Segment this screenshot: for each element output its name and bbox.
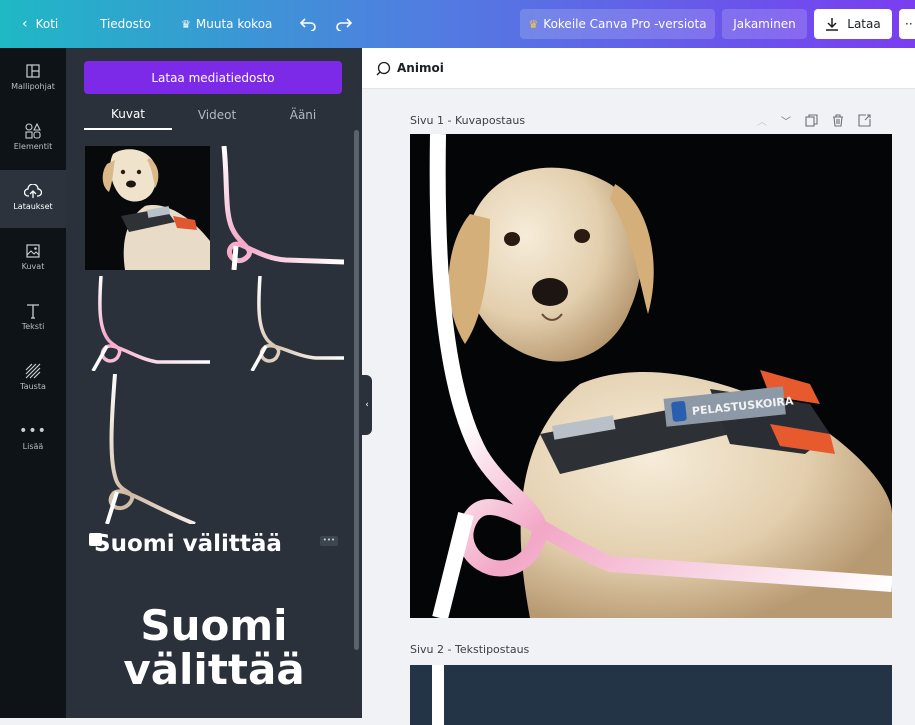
rail-label: Mallipohjat (11, 82, 55, 91)
home-label: Koti (35, 17, 59, 31)
tab-label: Ääni (289, 108, 317, 122)
chevron-up-icon[interactable]: ︿ (757, 113, 767, 128)
more-options-button[interactable]: ·· (899, 9, 915, 39)
heart-line-graphic (91, 276, 210, 371)
more-label: ·· (905, 17, 913, 31)
thumbnail-more-icon[interactable]: ••• (320, 536, 338, 546)
upload-thumbnail-line-graphic[interactable] (216, 146, 344, 270)
tab-videos[interactable]: Videot (176, 100, 258, 130)
heart-line-graphic (221, 146, 344, 270)
rail-label: Teksti (21, 322, 45, 331)
brand-text-line-2: välittää (123, 645, 305, 694)
resize-button[interactable]: ♛ Muuta kokoa (181, 0, 272, 48)
rail-label: Lataukset (13, 202, 53, 211)
download-button[interactable]: Lataa (814, 9, 892, 39)
rail-item-elements[interactable]: Elementit (0, 110, 66, 168)
undo-button[interactable] (300, 0, 316, 48)
file-label: Tiedosto (100, 17, 151, 31)
redo-icon (336, 18, 352, 31)
crown-icon: ♛ (181, 17, 191, 31)
rail-label: Tausta (20, 382, 46, 391)
rail-label: Kuvat (21, 262, 45, 271)
page-1-label: Sivu 1 - Kuvapostaus (410, 114, 526, 127)
heart-line-graphic (105, 374, 196, 524)
rail-item-uploads[interactable]: Lataukset (0, 170, 66, 228)
rail-item-photos[interactable]: Kuvat (0, 230, 66, 288)
add-page-icon[interactable] (858, 113, 871, 127)
resize-label: Muuta kokoa (195, 17, 273, 31)
animate-label: Animoi (397, 61, 444, 75)
image-icon (26, 244, 40, 258)
page-2-line-graphic (432, 665, 444, 725)
delete-page-icon[interactable] (832, 113, 844, 127)
upload-media-label: Lataa mediatiedosto (151, 70, 275, 85)
chevron-left-icon: ‹ (22, 16, 28, 32)
uploads-panel: Lataa mediatiedosto Kuvat Videot Ääni Su… (66, 48, 362, 718)
upload-thumbnail-line-graphic-3[interactable] (216, 276, 344, 371)
top-bar: ‹ Koti Tiedosto ♛ Muuta kokoa ♛ Kokeile … (0, 0, 915, 48)
dog-photo: PELASTUSKOIRA (410, 134, 892, 618)
design-page-2[interactable] (410, 665, 892, 725)
selection-handle-icon (89, 533, 102, 546)
download-icon (826, 18, 839, 31)
tab-photos[interactable]: Kuvat (84, 100, 172, 130)
try-pro-button[interactable]: ♛ Kokeile Canva Pro -versiota (520, 9, 715, 39)
crown-icon: ♛ (528, 17, 539, 31)
try-pro-label: Kokeile Canva Pro -versiota (543, 17, 707, 31)
upload-thumbnail-line-graphic-4[interactable] (85, 374, 210, 524)
file-menu-button[interactable]: Tiedosto (100, 0, 151, 48)
chevron-down-icon[interactable]: ﹀ (781, 113, 791, 128)
redo-button[interactable] (336, 0, 352, 48)
upload-thumbnail-line-graphic-2[interactable] (85, 276, 210, 371)
rail-label: Elementit (13, 142, 53, 151)
background-icon (25, 363, 41, 379)
page-2-label: Sivu 2 - Tekstipostaus (410, 643, 530, 656)
chevron-left-icon: ‹ (365, 400, 369, 410)
panel-collapse-handle[interactable]: ‹ (362, 375, 372, 435)
share-button[interactable]: Jakaminen (722, 9, 807, 39)
animate-icon (376, 61, 391, 75)
download-label: Lataa (847, 17, 881, 31)
tab-audio[interactable]: Ääni (262, 100, 344, 130)
brand-text-thumbnail-large[interactable]: Suomi välittää (84, 604, 344, 692)
rail-item-text[interactable]: Teksti (0, 290, 66, 348)
rail-label: Lisää (22, 442, 44, 451)
side-rail: Mallipohjat Elementit Lataukset Kuvat Te… (0, 48, 66, 718)
template-icon (26, 64, 40, 78)
tab-label: Kuvat (110, 107, 146, 121)
elements-icon (25, 123, 41, 139)
duplicate-page-icon[interactable] (805, 113, 818, 127)
upload-media-button[interactable]: Lataa mediatiedosto (84, 61, 342, 94)
panel-scrollbar[interactable] (354, 130, 359, 650)
rail-item-background[interactable]: Tausta (0, 350, 66, 408)
brand-text-small: Suomi välittää (94, 531, 282, 557)
share-label: Jakaminen (733, 17, 796, 31)
dog-thumbnail-image (85, 146, 210, 270)
tab-label: Videot (197, 108, 237, 122)
design-page-1[interactable]: PELASTUSKOIRA (410, 134, 892, 618)
editor-toolbar: Animoi (362, 48, 915, 89)
brand-text-line-1: Suomi (140, 601, 288, 650)
rail-item-templates[interactable]: Mallipohjat (0, 50, 66, 108)
heart-line-graphic (250, 276, 344, 371)
page-1-actions: ︿ ﹀ (757, 112, 871, 128)
rail-item-more[interactable]: ••• Lisää (0, 410, 66, 468)
undo-icon (300, 18, 316, 31)
upload-thumbnail-dog-photo[interactable] (85, 146, 210, 270)
animate-button[interactable]: Animoi (376, 48, 444, 88)
brand-text-thumbnail-small[interactable]: Suomi välittää (94, 531, 282, 557)
upload-cloud-icon (24, 183, 42, 198)
home-button[interactable]: ‹ Koti (22, 0, 58, 48)
text-icon (27, 304, 39, 319)
more-dots-icon: ••• (19, 423, 47, 439)
